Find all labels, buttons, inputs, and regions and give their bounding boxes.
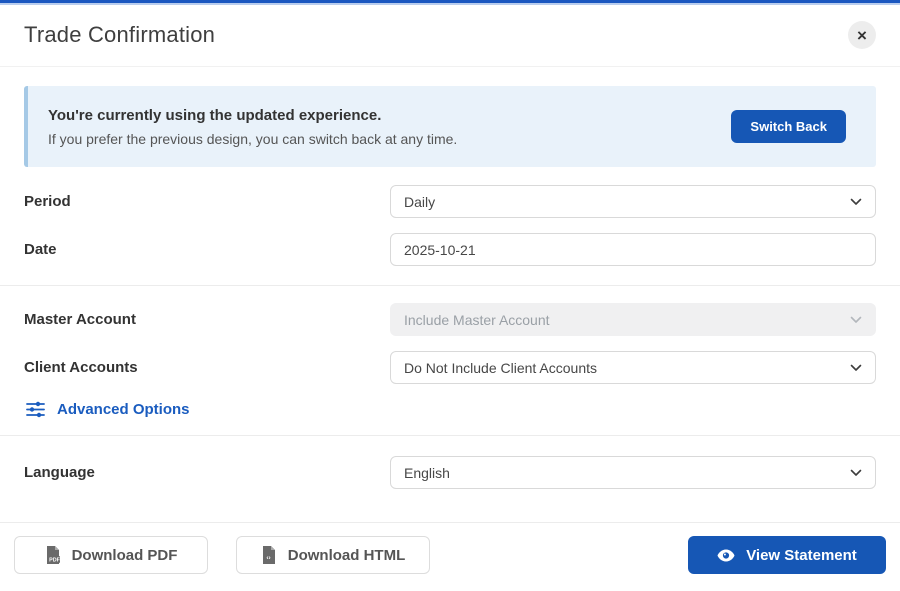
banner-text: You're currently using the updated exper… — [48, 107, 457, 147]
download-html-label: Download HTML — [288, 547, 405, 564]
period-row: Period Daily — [24, 185, 876, 218]
date-row: Date — [24, 233, 876, 266]
chevron-down-icon — [850, 469, 862, 477]
switch-back-button[interactable]: Switch Back — [731, 110, 846, 143]
modal-body: You're currently using the updated exper… — [0, 67, 900, 522]
page-title: Trade Confirmation — [24, 22, 215, 48]
master-account-label: Master Account — [24, 311, 390, 328]
download-pdf-label: Download PDF — [72, 547, 178, 564]
svg-text:‹›: ‹› — [266, 555, 270, 562]
chevron-down-icon — [850, 316, 862, 324]
modal-footer: PDF Download PDF ‹› Download HTML View S… — [0, 522, 900, 587]
download-pdf-button[interactable]: PDF Download PDF — [14, 536, 208, 574]
language-select-value: English — [404, 465, 450, 481]
client-accounts-select-value: Do Not Include Client Accounts — [404, 360, 597, 376]
advanced-options-label: Advanced Options — [57, 401, 190, 418]
date-label: Date — [24, 241, 390, 258]
html-file-icon: ‹› — [261, 546, 276, 564]
date-input[interactable] — [390, 233, 876, 266]
modal-header: Trade Confirmation × — [0, 5, 900, 67]
language-select[interactable]: English — [390, 456, 876, 489]
client-accounts-label: Client Accounts — [24, 359, 390, 376]
master-account-row: Master Account Include Master Account — [24, 303, 876, 336]
svg-text:PDF: PDF — [49, 558, 60, 564]
client-accounts-select[interactable]: Do Not Include Client Accounts — [390, 351, 876, 384]
period-select[interactable]: Daily — [390, 185, 876, 218]
banner-title: You're currently using the updated exper… — [48, 107, 457, 124]
sliders-icon — [26, 401, 45, 418]
close-button[interactable]: × — [848, 21, 876, 49]
banner-subtitle: If you prefer the previous design, you c… — [48, 131, 457, 147]
language-label: Language — [24, 464, 390, 481]
chevron-down-icon — [850, 198, 862, 206]
pdf-file-icon: PDF — [45, 546, 60, 564]
experience-banner: You're currently using the updated exper… — [24, 86, 876, 167]
period-label: Period — [24, 193, 390, 210]
download-html-button[interactable]: ‹› Download HTML — [236, 536, 430, 574]
master-account-select-value: Include Master Account — [404, 312, 550, 328]
master-account-select: Include Master Account — [390, 303, 876, 336]
advanced-options-link[interactable]: Advanced Options — [26, 401, 190, 418]
client-accounts-row: Client Accounts Do Not Include Client Ac… — [24, 351, 876, 384]
language-row: Language English — [24, 456, 876, 489]
eye-icon — [717, 549, 735, 562]
chevron-down-icon — [850, 364, 862, 372]
view-statement-label: View Statement — [746, 547, 857, 564]
view-statement-button[interactable]: View Statement — [688, 536, 886, 574]
close-icon: × — [857, 27, 867, 44]
period-select-value: Daily — [404, 194, 435, 210]
